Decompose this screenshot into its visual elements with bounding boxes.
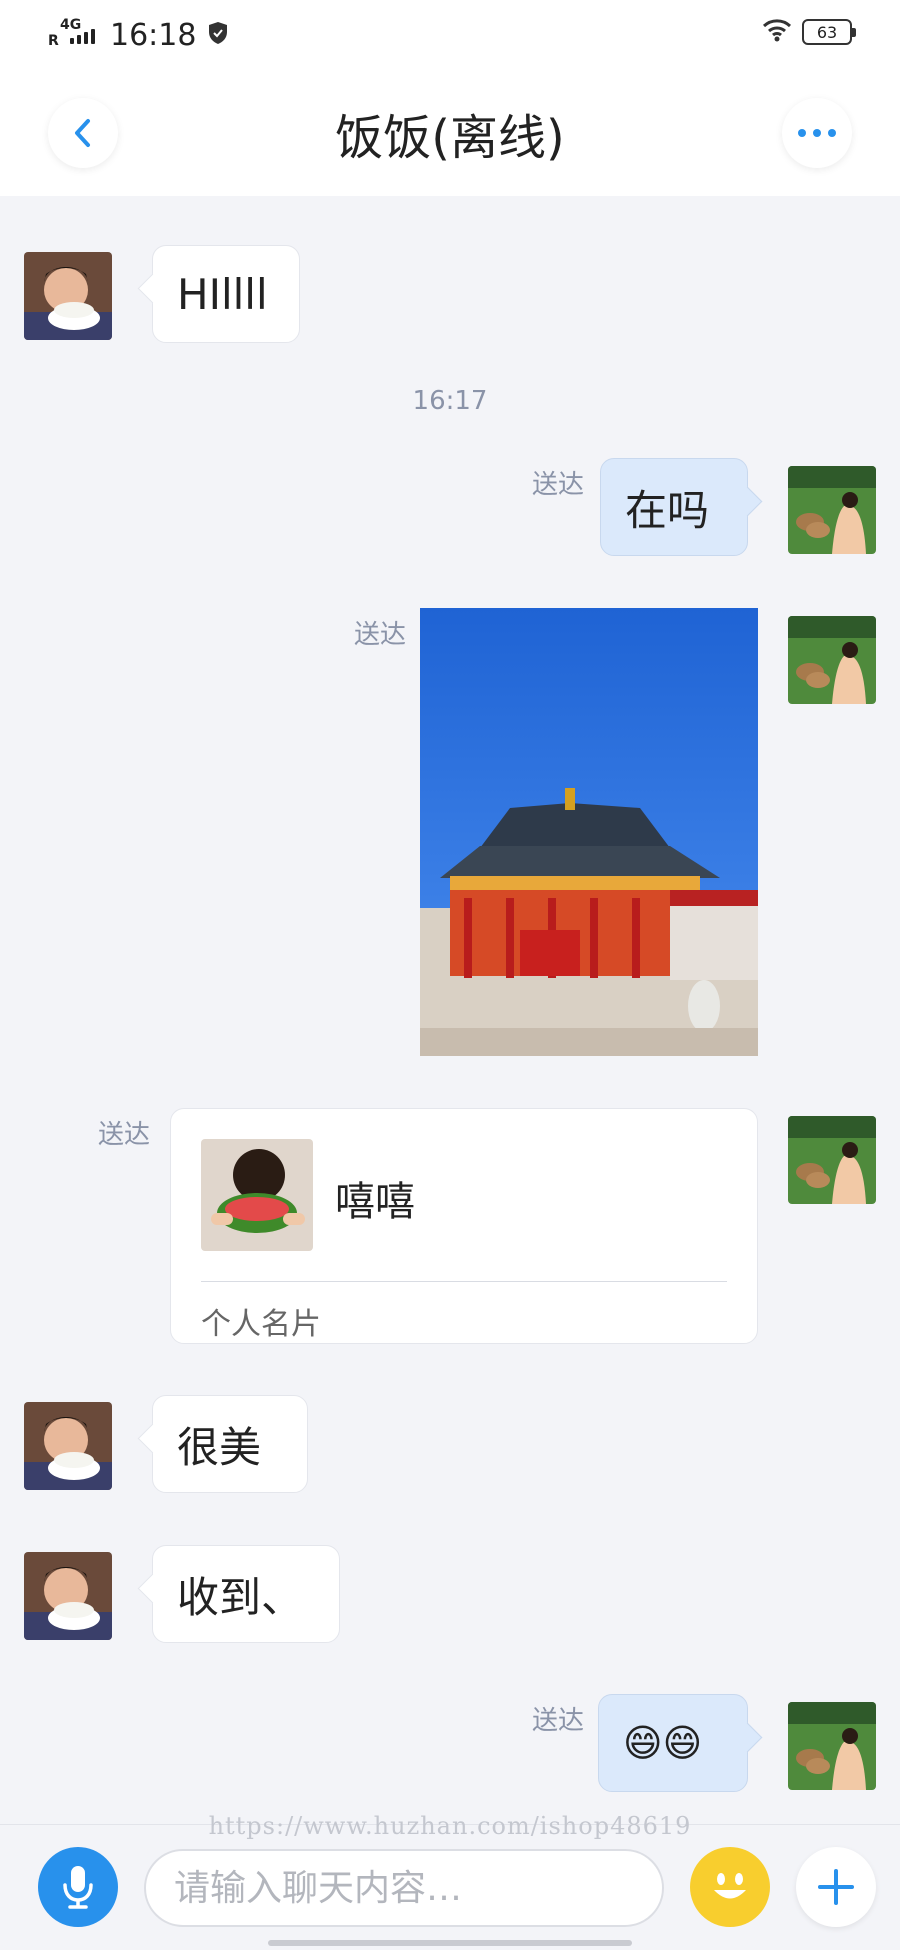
- delivery-status: 送达: [353, 620, 406, 650]
- message-timestamp: 16:17: [412, 386, 488, 416]
- cellular-signal-icon: 4G R: [48, 15, 104, 55]
- more-options-button[interactable]: [782, 98, 852, 168]
- message-text: HIllll: [177, 269, 268, 319]
- page-title: 饭饭(离线): [335, 110, 565, 166]
- my-avatar[interactable]: [788, 466, 876, 554]
- chevron-left-icon: [75, 119, 90, 147]
- delivery-status: 送达: [98, 1120, 151, 1150]
- my-avatar[interactable]: [788, 616, 876, 704]
- contact-avatar[interactable]: [24, 1552, 112, 1640]
- voice-input-button[interactable]: [38, 1847, 118, 1927]
- emoji-button[interactable]: [690, 1847, 770, 1927]
- chat-message-input[interactable]: [144, 1849, 664, 1927]
- chat-header: 饭饭(离线): [0, 70, 900, 196]
- home-indicator[interactable]: [268, 1940, 632, 1946]
- message-bubble-incoming[interactable]: HIllll: [152, 245, 300, 343]
- microphone-icon: [63, 1866, 93, 1909]
- back-button[interactable]: [48, 98, 118, 168]
- delivery-status: 送达: [531, 470, 584, 500]
- message-bubble-outgoing[interactable]: 😄😄: [598, 1694, 748, 1792]
- card-avatar: [201, 1139, 313, 1251]
- shield-icon: [208, 21, 228, 49]
- image-message[interactable]: [420, 608, 758, 1056]
- message-bubble-incoming[interactable]: 收到、: [152, 1545, 340, 1643]
- wifi-icon: [762, 18, 792, 46]
- message-emoji: 😄😄: [623, 1721, 703, 1765]
- roaming-indicator: R: [48, 33, 59, 49]
- message-text: 很美: [177, 1422, 262, 1472]
- message-text: 收到、: [177, 1572, 304, 1622]
- more-dots-icon: [798, 129, 836, 137]
- delivery-status: 送达: [531, 1706, 584, 1736]
- my-avatar[interactable]: [788, 1702, 876, 1790]
- contact-card-message[interactable]: 嘻嘻 个人名片: [170, 1108, 758, 1344]
- message-bubble-outgoing[interactable]: 在吗: [600, 458, 748, 556]
- message-text: 在吗: [625, 485, 710, 535]
- status-time: 16:18: [110, 17, 197, 53]
- message-bubble-incoming[interactable]: 很美: [152, 1395, 308, 1493]
- card-divider: [201, 1281, 727, 1282]
- more-actions-button[interactable]: [796, 1847, 876, 1927]
- status-bar: 4G R 16:18 63: [0, 0, 900, 70]
- watermark-text: https://www.huzhan.com/ishop48619: [208, 1812, 692, 1840]
- message-input-bar: [0, 1824, 900, 1950]
- battery-icon: 63: [802, 19, 856, 45]
- card-type-label: 个人名片: [201, 1307, 321, 1342]
- contact-avatar[interactable]: [24, 1402, 112, 1490]
- card-name: 嘻嘻: [335, 1179, 415, 1225]
- contact-avatar[interactable]: [24, 252, 112, 340]
- smiley-icon: [714, 1873, 746, 1899]
- my-avatar[interactable]: [788, 1116, 876, 1204]
- plus-icon: [818, 1869, 854, 1905]
- battery-level: 63: [816, 22, 838, 42]
